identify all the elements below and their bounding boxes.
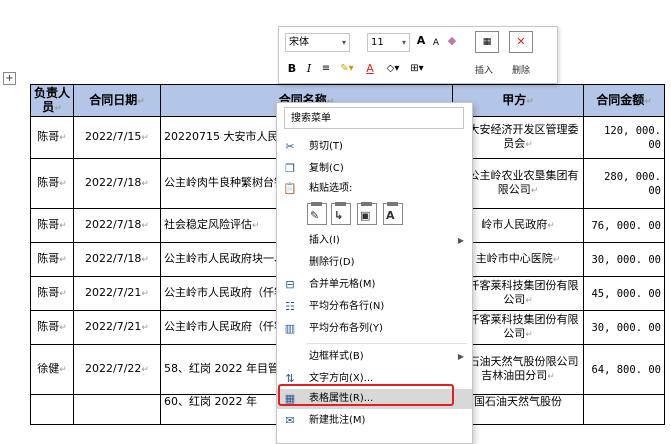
paste-text-only-icon[interactable]: A [383,202,403,225]
delete-label[interactable]: 删除 [512,63,530,76]
menu-item-insert[interactable]: 插入(I) ▶ [277,231,472,251]
cell-date[interactable]: 2022/7/21↵ [73,310,161,345]
delete-table-icon[interactable]: ✕ [509,31,533,53]
menu-item-merge-cells[interactable]: ⊟ 合并单元格(M) [277,275,472,295]
paste-picture-icon[interactable]: ▣ [357,202,377,225]
menu-item-delete-row[interactable]: 删除行(D) [277,253,472,273]
scissors-icon: ✂ [285,140,295,153]
clear-format-icon[interactable]: ◆ [445,33,459,49]
distribute-columns-icon: ▥ [284,322,296,335]
cell-person[interactable]: 陈哥↵ [30,158,74,209]
italic-button[interactable]: I [303,61,315,77]
cell-date[interactable]: 2022/7/15↵ [73,116,161,159]
menu-item-new-comment[interactable]: ✉ 新建批注(M) [277,411,472,431]
highlight-annotation [278,384,454,406]
comment-icon: ✉ [285,414,295,427]
align-center-icon[interactable]: ≡ [319,61,333,77]
cell-date[interactable]: 2022/7/18↵ [73,158,161,209]
cell-person[interactable]: 陈哥↵ [30,208,74,243]
table-grid-icon[interactable]: ▦ [475,31,499,53]
cell-amount[interactable]: 64, 800. 00 [583,344,665,395]
insert-label[interactable]: 插入 [475,63,493,76]
font-size-select[interactable]: 11 ▾ [367,33,410,52]
cell-person[interactable]: 徐健↵ [30,344,74,395]
copy-icon: ❐ [285,162,295,175]
menu-item-border-styles[interactable]: 边框样式(B) ▶ [277,347,472,367]
cell-amount[interactable]: 30, 000. 00 [583,310,665,345]
font-color-button[interactable]: A [361,61,379,77]
font-name-select[interactable]: 宋体 ▾ [285,33,350,52]
cell-person[interactable]: 陈哥↵ [30,242,74,277]
paste-merge-format-icon[interactable]: ↳ [331,202,351,225]
cell-amount[interactable] [583,394,665,425]
distribute-rows-icon: ☷ [285,300,295,313]
menu-item-distribute-cols[interactable]: ▥ 平均分布各列(Y) [277,319,472,339]
cell-amount[interactable]: 280, 000. 00 [583,158,665,209]
submenu-arrow-icon: ▶ [457,236,464,245]
header-date[interactable]: 合同日期↵ [73,84,161,117]
menu-separator [307,343,467,344]
cell-date[interactable]: 2022/7/22↵ [73,344,161,395]
cell-person[interactable]: 陈哥↵ [30,276,74,311]
cell-person[interactable] [30,394,74,425]
grow-font-button[interactable]: A [414,33,428,49]
menu-item-paste-options: 📋 粘贴选项: [283,182,353,195]
highlight-color-icon[interactable]: ✎▾ [337,61,357,77]
submenu-arrow-icon: ▶ [457,352,464,361]
header-person[interactable]: 负责人员↵ [30,84,74,117]
bold-button[interactable]: B [285,61,299,77]
cell-date[interactable]: 2022/7/21↵ [73,276,161,311]
borders-icon[interactable]: ⊞▾ [407,61,427,77]
table-move-handle[interactable]: + [3,72,16,85]
menu-search-input[interactable]: 搜索菜单 [284,107,464,129]
header-amount[interactable]: 合同金额↵ [583,84,665,117]
shading-icon[interactable]: ◇▾ [383,61,403,77]
paste-icon: 📋 [283,182,297,195]
cell-person[interactable]: 陈哥↵ [30,310,74,345]
paste-keep-format-icon[interactable]: ✎ [307,202,327,225]
menu-item-cut[interactable]: ✂ 剪切(T) [277,137,472,157]
merge-cells-icon: ⊟ [285,278,295,291]
cell-amount[interactable]: 76, 000. 00 [583,208,665,243]
cell-date[interactable]: 2022/7/18↵ [73,242,161,277]
cell-amount[interactable]: 45, 000. 00 [583,276,665,311]
cell-amount[interactable]: 120, 000. 00 [583,116,665,159]
mini-toolbar: 宋体 ▾ 11 ▾ A A ◆ ▦ ✕ B I ≡ ✎▾ A ◇▾ ⊞▾ 插入 删除 [278,26,558,84]
menu-item-copy[interactable]: ❐ 复制(C) [277,159,472,179]
cell-amount[interactable]: 30, 000. 00 [583,242,665,277]
menu-item-distribute-rows[interactable]: ☷ 平均分布各行(N) [277,297,472,317]
cell-person[interactable]: 陈哥↵ [30,116,74,159]
cell-date[interactable]: 2022/7/18↵ [73,208,161,243]
shrink-font-button[interactable]: A [430,35,442,51]
cell-date[interactable] [73,394,161,425]
